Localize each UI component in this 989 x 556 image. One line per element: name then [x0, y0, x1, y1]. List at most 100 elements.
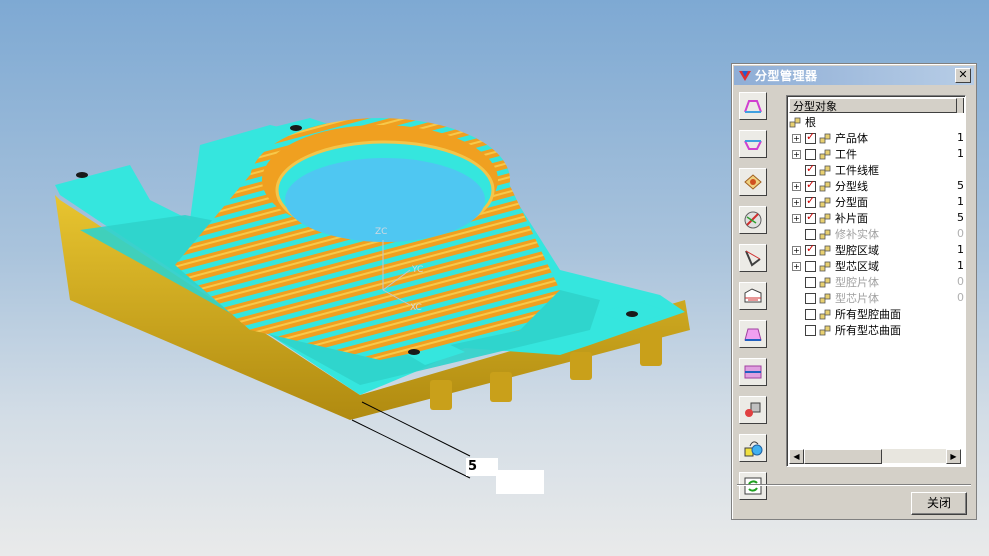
object-icon	[819, 213, 831, 223]
visibility-checkbox[interactable]	[805, 292, 816, 304]
app-logo-icon	[739, 70, 751, 81]
tool-button-core-region[interactable]	[739, 358, 767, 386]
tree-item[interactable]: + 补片面	[792, 210, 868, 226]
patch-solid-icon	[745, 402, 761, 417]
dimension-label-box	[496, 470, 544, 494]
tree-item[interactable]: + 工件	[792, 146, 857, 162]
tree-item[interactable]: 所有型芯曲面	[792, 322, 901, 338]
tool-column	[739, 92, 769, 510]
tree-item[interactable]: + 产品体	[792, 130, 868, 146]
tree-item-label: 分型面	[835, 196, 868, 209]
tree-item-label: 型芯区域	[835, 260, 879, 273]
visibility-checkbox[interactable]	[805, 228, 816, 240]
tree-item-count: 0	[957, 227, 964, 240]
tool-button-cavity-surface[interactable]	[739, 92, 767, 120]
expand-icon[interactable]: +	[792, 149, 801, 159]
xc-axis-label: XC	[410, 303, 422, 313]
scroll-right-icon[interactable]: ▶	[946, 449, 961, 464]
tool-button-refresh[interactable]	[739, 472, 767, 500]
tree-item-count: 5	[957, 211, 964, 224]
graphics-viewport[interactable]: ZC YC XC 5	[0, 0, 730, 556]
visibility-checkbox[interactable]	[805, 194, 816, 208]
visibility-checkbox[interactable]	[805, 162, 816, 176]
visibility-checkbox[interactable]	[805, 130, 816, 144]
tree-item[interactable]: + 型腔区域	[792, 242, 879, 258]
transfer-object-icon	[744, 441, 763, 457]
tool-button-parting-face[interactable]	[739, 168, 767, 196]
parting-line-icon	[745, 250, 761, 267]
tool-button-cavity-region[interactable]	[739, 320, 767, 348]
tree-item-label: 型腔区域	[835, 244, 879, 257]
object-icon	[819, 229, 831, 239]
visibility-checkbox[interactable]	[805, 308, 816, 320]
expand-icon[interactable]: +	[792, 197, 801, 207]
object-icon	[819, 325, 831, 335]
tree-root-label: 根	[805, 116, 816, 129]
expand-icon[interactable]: +	[792, 213, 801, 223]
visibility-checkbox[interactable]	[805, 242, 816, 256]
tree-item[interactable]: + 分型面	[792, 194, 868, 210]
tree-root[interactable]: 根	[789, 114, 816, 130]
object-icon	[819, 149, 831, 159]
dimension-label[interactable]: 5	[466, 458, 498, 476]
object-icon	[819, 277, 831, 287]
tree-item-label: 修补实体	[835, 228, 879, 241]
object-icon	[819, 181, 831, 191]
tool-button-parting-line[interactable]	[739, 244, 767, 272]
tree-item[interactable]: 型芯片体	[792, 290, 879, 306]
expand-icon[interactable]: +	[792, 133, 801, 143]
tree-item-label: 所有型芯曲面	[835, 324, 901, 337]
dimension-leader-line	[361, 401, 471, 457]
cavity-surface-icon	[744, 100, 762, 113]
object-icon	[819, 197, 831, 207]
visibility-checkbox[interactable]	[805, 276, 816, 288]
tree-item[interactable]: 修补实体	[792, 226, 879, 242]
scroll-thumb[interactable]	[804, 449, 882, 464]
close-button[interactable]: 关闭	[911, 492, 967, 515]
tree-item-count: 1	[957, 147, 964, 160]
scroll-left-icon[interactable]: ◀	[789, 449, 804, 464]
close-icon[interactable]: ✕	[955, 68, 971, 83]
tree-item-label: 产品体	[835, 132, 868, 145]
parting-manager-dialog: 分型管理器 ✕ 分型对象 根 + 产品体 1 + 工件 1 工件线框 + 分型线 5 + 分型面 1 + 补…	[731, 63, 977, 520]
tree-item-count: 1	[957, 131, 964, 144]
parting-face-icon	[744, 174, 762, 190]
tree-item-count: 0	[957, 275, 964, 288]
tool-button-region-analysis[interactable]	[739, 282, 767, 310]
parting-object-tree[interactable]: 分型对象 根 + 产品体 1 + 工件 1 工件线框 + 分型线 5 + 分型面 1 + 补片面 5 修补实体 0…	[786, 95, 966, 467]
visibility-checkbox[interactable]	[805, 148, 816, 160]
object-icon	[819, 245, 831, 255]
visibility-checkbox[interactable]	[805, 260, 816, 272]
tree-item-label: 工件	[835, 148, 857, 161]
expand-icon[interactable]: +	[792, 181, 801, 191]
horizontal-scrollbar[interactable]: ◀ ▶	[789, 449, 961, 464]
dialog-titlebar[interactable]: 分型管理器 ✕	[734, 66, 974, 85]
zc-axis-label: ZC	[375, 227, 387, 237]
core-region-icon	[744, 365, 762, 379]
refresh-icon	[744, 477, 762, 495]
expand-icon[interactable]: +	[792, 245, 801, 255]
tree-item-count: 1	[957, 243, 964, 256]
tree-item-label: 型芯片体	[835, 292, 879, 305]
tree-item-label: 工件线框	[835, 164, 879, 177]
object-icon	[819, 261, 831, 271]
part-model[interactable]: ZC YC XC	[0, 0, 730, 556]
tool-button-patch-solid[interactable]	[739, 396, 767, 424]
tree-item-count: 1	[957, 259, 964, 272]
tree-item[interactable]: 所有型腔曲面	[792, 306, 901, 322]
cavity-region-icon	[744, 328, 762, 341]
tree-item[interactable]: 型腔片体	[792, 274, 879, 290]
tree-item[interactable]: 工件线框	[792, 162, 879, 178]
tool-button-core-surface[interactable]	[739, 130, 767, 158]
visibility-checkbox[interactable]	[805, 178, 816, 192]
tree-item[interactable]: + 型芯区域	[792, 258, 879, 274]
tool-button-transfer-object[interactable]	[739, 434, 767, 462]
visibility-checkbox[interactable]	[805, 324, 816, 336]
tool-button-edit-curves[interactable]	[739, 206, 767, 234]
tree-item[interactable]: + 分型线	[792, 178, 868, 194]
expand-icon[interactable]: +	[792, 261, 801, 271]
tree-column-header[interactable]: 分型对象	[789, 98, 957, 113]
object-icon	[819, 133, 831, 143]
visibility-checkbox[interactable]	[805, 210, 816, 224]
core-surface-icon	[744, 140, 762, 150]
